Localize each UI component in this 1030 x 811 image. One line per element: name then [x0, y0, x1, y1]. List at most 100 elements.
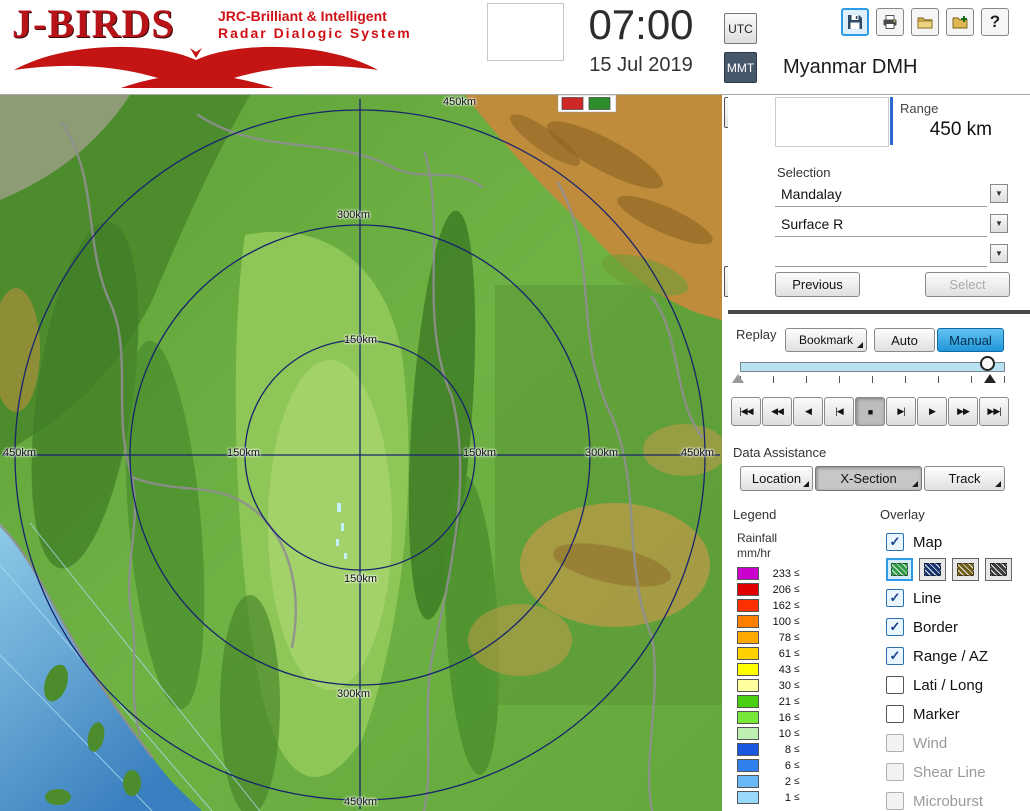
product-dropdown-value[interactable]: Surface R: [775, 211, 987, 237]
legend-suffix: ≤: [794, 744, 800, 755]
overlay-item-label: Map: [913, 533, 943, 551]
add-folder-button[interactable]: [946, 8, 974, 36]
fast-forward-button[interactable]: ▶▶: [948, 397, 978, 426]
clock-time: 07:00: [588, 1, 694, 48]
slider-position-marker: [984, 374, 996, 383]
overlay-item-label: Microburst: [913, 792, 984, 810]
legend-row: 6 ≤: [737, 759, 800, 772]
map-style-swatch: [990, 562, 1007, 576]
preview-box: [487, 3, 564, 61]
skip-to-start-button[interactable]: |◀◀: [731, 397, 761, 426]
range-ring-label: 450km: [681, 447, 715, 459]
checkbox-line[interactable]: [886, 589, 904, 607]
control-panel: Range 450 km Selection Mandalay ▼ Surfac…: [728, 95, 1030, 811]
replay-slider-handle[interactable]: [980, 356, 995, 371]
legend-value: 8: [784, 743, 791, 756]
option-dropdown[interactable]: ▼: [775, 241, 1008, 267]
overlay-item-label: Line: [913, 589, 942, 607]
legend-suffix: ≤: [794, 568, 800, 579]
legend-suffix: ≤: [794, 696, 800, 707]
step-back-button[interactable]: |◀: [824, 397, 854, 426]
map-style-swatch: [891, 562, 908, 576]
help-icon: ?: [989, 12, 1001, 31]
overlay-row-wind: Wind: [886, 732, 1030, 754]
utc-button[interactable]: UTC: [724, 13, 757, 44]
corner-arrow-icon: [803, 481, 809, 487]
station-dropdown[interactable]: Mandalay ▼: [775, 181, 1008, 207]
radar-map[interactable]: 450km 300km 150km 450km 150km 150km 300km 450km…: [0, 95, 722, 811]
save-icon: [848, 15, 862, 29]
checkbox-range-az[interactable]: [886, 647, 904, 665]
stop-button[interactable]: ■: [855, 397, 885, 426]
manual-button[interactable]: Manual: [937, 328, 1004, 352]
skip-to-end-button[interactable]: ▶▶|: [979, 397, 1009, 426]
legend-value: 21: [778, 695, 791, 708]
map-style-dark-gray-button[interactable]: [985, 557, 1012, 581]
map-style-olive-button[interactable]: [952, 557, 979, 581]
bookmark-button[interactable]: Bookmark: [785, 328, 867, 352]
location-label: Location: [751, 471, 802, 486]
legend-row: 8 ≤: [737, 743, 800, 756]
legend-row: 206 ≤: [737, 583, 800, 596]
chevron-down-icon[interactable]: ▼: [990, 184, 1008, 203]
legend-row: 162 ≤: [737, 599, 800, 612]
range-ring-label: 150km: [463, 447, 497, 459]
range-ring-label: 150km: [344, 334, 378, 346]
station-dropdown-value[interactable]: Mandalay: [775, 181, 987, 207]
fast-rewind-button[interactable]: ◀◀: [762, 397, 792, 426]
legend-suffix: ≤: [794, 728, 800, 739]
section-divider: [728, 310, 1030, 314]
step-forward-button[interactable]: ▶|: [886, 397, 916, 426]
save-button[interactable]: [841, 8, 869, 36]
x-section-button[interactable]: X-Section: [815, 466, 922, 491]
play-reverse-button[interactable]: ◀: [793, 397, 823, 426]
map-style-navy-button[interactable]: [919, 557, 946, 581]
auto-button[interactable]: Auto: [874, 328, 935, 352]
help-button[interactable]: ?: [981, 8, 1009, 36]
range-label: Range: [900, 101, 939, 116]
map-style-green-button[interactable]: [886, 557, 913, 581]
replay-label: Replay: [736, 327, 777, 342]
select-button[interactable]: Select: [925, 272, 1010, 297]
legend-row: 233 ≤: [737, 567, 800, 580]
legend-suffix: ≤: [794, 776, 800, 787]
open-folder-button[interactable]: [911, 8, 939, 36]
legend-row: 61 ≤: [737, 647, 800, 660]
track-button[interactable]: Track: [924, 466, 1005, 491]
legend-suffix: ≤: [794, 616, 800, 627]
print-button[interactable]: [876, 8, 904, 36]
rainfall-legend: 233 ≤206 ≤162 ≤100 ≤78 ≤61 ≤43 ≤30 ≤21 ≤16 ≤10 ≤8 ≤6…: [737, 567, 800, 807]
overlay-label: Overlay: [880, 507, 925, 522]
play-button[interactable]: ▶: [917, 397, 947, 426]
replay-slider-track[interactable]: [740, 362, 1005, 372]
legend-row: 78 ≤: [737, 631, 800, 644]
previous-button[interactable]: Previous: [775, 272, 860, 297]
legend-color-swatch: [737, 695, 759, 708]
legend-row: 2 ≤: [737, 775, 800, 788]
red-marker: [561, 97, 584, 110]
checkbox-border[interactable]: [886, 618, 904, 636]
add-folder-icon: [952, 16, 968, 29]
legend-row: 1 ≤: [737, 791, 800, 804]
checkbox-shear-line: [886, 763, 904, 781]
checkbox-lati-long[interactable]: [886, 676, 904, 694]
legend-color-swatch: [737, 567, 759, 580]
product-dropdown[interactable]: Surface R ▼: [775, 211, 1008, 237]
range-ring-label: 450km: [344, 796, 378, 808]
print-icon: [883, 15, 897, 29]
chevron-down-icon[interactable]: ▼: [990, 244, 1008, 263]
option-dropdown-value[interactable]: [775, 241, 987, 267]
logo-tagline-1: JRC-Brilliant & Intelligent: [218, 8, 387, 24]
legend-suffix: ≤: [794, 584, 800, 595]
legend-suffix: ≤: [794, 632, 800, 643]
checkbox-map[interactable]: [886, 533, 904, 551]
chevron-down-icon[interactable]: ▼: [990, 214, 1008, 233]
replay-slider-ticks: [740, 376, 1005, 383]
checkbox-marker[interactable]: [886, 705, 904, 723]
legend-color-swatch: [737, 663, 759, 676]
legend-suffix: ≤: [794, 664, 800, 675]
overlay-item-label: Marker: [913, 705, 960, 723]
mmt-button[interactable]: MMT: [724, 52, 757, 83]
legend-value: 10: [778, 727, 791, 740]
location-button[interactable]: Location: [740, 466, 813, 491]
